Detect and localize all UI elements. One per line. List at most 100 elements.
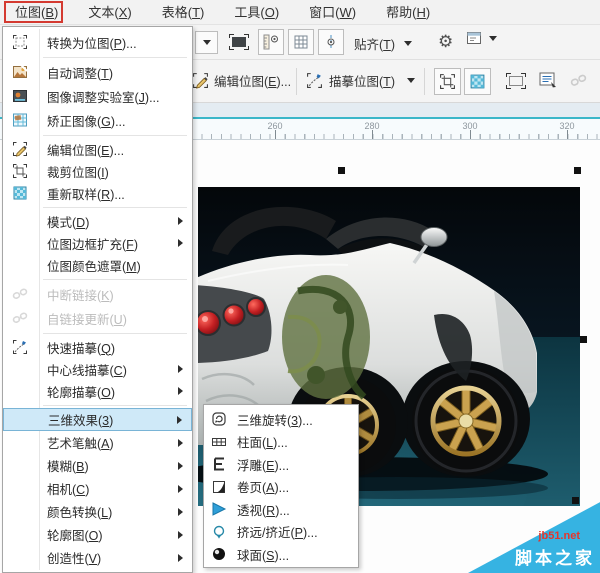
menu-item-creative[interactable]: 创造性(V)	[3, 546, 192, 569]
edit-bitmap-icon	[12, 141, 28, 157]
menu-item-blur[interactable]: 模糊(B)	[3, 454, 192, 477]
show-grid-button[interactable]	[288, 29, 314, 55]
submenu-item-page-curl[interactable]: 卷页(A)...	[204, 476, 358, 499]
selection-handle[interactable]	[574, 167, 581, 174]
menu-item-straighten-image[interactable]: 矫正图像(G)...	[3, 108, 192, 132]
submenu-item-3d-rotate[interactable]: 三维旋转(3)...	[204, 408, 358, 431]
menu-item-art-strokes[interactable]: 艺术笔触(A)	[3, 431, 192, 454]
submenu-arrow-icon	[177, 415, 182, 424]
submenu-arrow-icon	[178, 387, 183, 395]
menu-item-mode[interactable]: 模式(D)	[3, 210, 192, 232]
coreldraw-window: 位图(B) 文本(X) 表格(T) 工具(O) 窗口(W) 帮助(H) 贴齐(T…	[0, 0, 600, 573]
convert-to-bitmap-icon	[12, 34, 28, 50]
sphere-icon	[211, 546, 227, 562]
bitmap-bounds-icon[interactable]	[505, 72, 527, 90]
menu-item-image-adjustment-lab[interactable]: 图像调整实验室(J)...	[3, 84, 192, 108]
edit-bitmap-icon	[193, 73, 208, 89]
menu-bar: 位图(B) 文本(X) 表格(T) 工具(O) 窗口(W) 帮助(H)	[0, 0, 600, 25]
straighten-image-icon	[12, 112, 28, 128]
resample-bitmap-button[interactable]	[464, 68, 491, 95]
chevron-down-icon	[202, 40, 211, 45]
menubar-item-help[interactable]: 帮助(H)	[371, 0, 445, 25]
menu-item-centerline-trace[interactable]: 中心线描摹(C)	[3, 358, 192, 380]
watermark-name: 脚本之家	[515, 549, 595, 568]
rulers-icon	[263, 34, 278, 50]
cylinder-icon	[211, 434, 227, 450]
submenu-arrow-icon	[178, 239, 183, 247]
menu-item-contour[interactable]: 轮廓图(O)	[3, 523, 192, 546]
image-adjustment-lab-icon	[12, 88, 28, 104]
grid-icon	[294, 35, 308, 49]
submenu-item-sphere[interactable]: 球面(S)...	[204, 543, 358, 566]
resample-icon	[470, 74, 485, 89]
submenu-item-emboss[interactable]: 浮雕(E)...	[204, 453, 358, 476]
chevron-down-icon	[403, 41, 412, 46]
menu-item-outline-trace[interactable]: 轮廓描摹(O)	[3, 380, 192, 402]
perspective-icon	[211, 501, 227, 517]
trace-bitmap-icon	[307, 73, 322, 88]
menubar-item-table[interactable]: 表格(T)	[147, 0, 220, 25]
snap-to-button[interactable]: 贴齐(T)	[354, 34, 412, 53]
crop-bitmap-button[interactable]	[434, 68, 461, 95]
3d-effects-submenu: 三维旋转(3)... 柱面(L)... 浮雕(E)... 卷页(A)... 透视…	[203, 404, 359, 568]
edit-bitmap-button[interactable]: 编辑位图(E)...	[192, 71, 291, 90]
break-link-icon	[570, 72, 587, 89]
crop-bitmap-icon	[440, 74, 455, 89]
bitmap-options-icon[interactable]	[538, 71, 558, 89]
3d-rotate-icon	[211, 411, 227, 427]
show-rulers-button[interactable]	[258, 29, 284, 55]
submenu-arrow-icon	[178, 365, 183, 373]
submenu-item-cylinder[interactable]: 柱面(L)...	[204, 431, 358, 454]
quick-trace-icon	[12, 339, 28, 355]
crop-bitmap-icon	[12, 163, 28, 179]
guidelines-icon	[327, 35, 335, 49]
menu-item-custom[interactable]: 自定义(U)	[3, 569, 192, 572]
menu-item-camera[interactable]: 相机(C)	[3, 477, 192, 500]
docker-panel-icon	[467, 32, 481, 44]
selection-handle[interactable]	[580, 336, 587, 343]
menu-item-bitmap-color-mask[interactable]: 位图颜色遮罩(M)	[3, 254, 192, 276]
auto-adjust-icon	[12, 64, 28, 80]
options-gear-icon[interactable]: ⚙	[438, 33, 453, 50]
chevron-down-icon	[406, 78, 415, 83]
submenu-arrow-icon	[178, 553, 183, 562]
pinch-punch-icon	[211, 524, 227, 540]
submenu-arrow-icon	[178, 438, 183, 447]
break-link-icon	[12, 286, 28, 302]
menu-item-inflate-bitmap[interactable]: 位图边框扩充(F)	[3, 232, 192, 254]
menu-item-break-link: 中断链接(K)	[3, 282, 192, 306]
menu-item-edit-bitmap[interactable]: 编辑位图(E)...	[3, 138, 192, 160]
menu-item-convert-to-bitmap[interactable]: 转换为位图(P)...	[3, 30, 192, 54]
show-guidelines-button[interactable]	[318, 29, 344, 55]
dockers-button[interactable]	[466, 31, 497, 45]
chevron-down-icon	[489, 35, 497, 41]
submenu-item-pinch-punch[interactable]: 挤远/挤近(P)...	[204, 521, 358, 544]
menu-item-color-transform[interactable]: 颜色转换(L)	[3, 500, 192, 523]
menubar-item-window[interactable]: 窗口(W)	[294, 0, 371, 25]
update-link-icon	[12, 310, 28, 326]
menubar-item-bitmap[interactable]: 位图(B)	[0, 0, 73, 25]
menu-item-crop-bitmap[interactable]: 裁剪位图(I)	[3, 160, 192, 182]
submenu-arrow-icon	[178, 217, 183, 225]
snap-to-label: 贴齐(T)	[354, 38, 395, 52]
submenu-arrow-icon	[178, 507, 183, 516]
menu-item-3d-effects[interactable]: 三维效果(3)	[3, 408, 192, 431]
trace-bitmap-label: 描摹位图(T)	[329, 75, 395, 89]
menu-item-auto-adjust[interactable]: 自动调整(T)	[3, 60, 192, 84]
menubar-item-text[interactable]: 文本(X)	[73, 0, 146, 25]
toolbar-combo-button[interactable]	[195, 31, 218, 54]
menubar-item-tools[interactable]: 工具(O)	[219, 0, 294, 25]
trace-bitmap-button[interactable]: 描摹位图(T)	[306, 71, 415, 90]
watermark-site: jb51.net	[538, 530, 580, 542]
emboss-icon	[211, 456, 227, 472]
menu-item-update-link: 自链接更新(U)	[3, 306, 192, 330]
bitmap-frame-icon[interactable]	[228, 33, 250, 51]
page-curl-icon	[211, 479, 227, 495]
submenu-item-perspective[interactable]: 透视(R)...	[204, 498, 358, 521]
resample-icon	[12, 185, 28, 201]
submenu-arrow-icon	[178, 530, 183, 539]
menu-item-quick-trace[interactable]: 快速描摹(Q)	[3, 336, 192, 358]
watermark: jb51.net 脚本之家	[468, 496, 600, 573]
menu-item-resample[interactable]: 重新取样(R)...	[3, 182, 192, 204]
selection-handle[interactable]	[338, 167, 345, 174]
